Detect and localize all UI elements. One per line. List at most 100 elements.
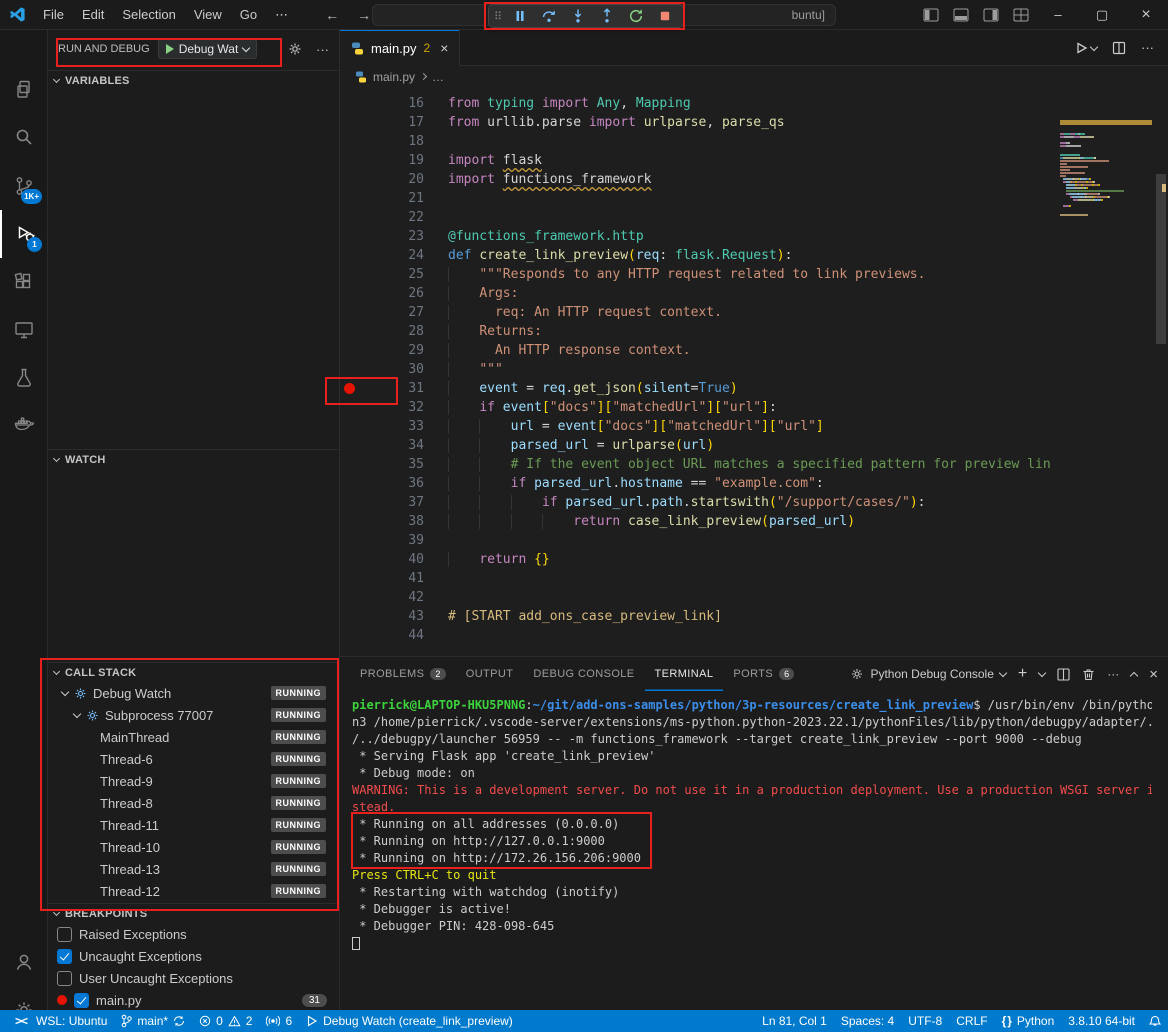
- line-number[interactable]: 35: [380, 455, 424, 474]
- callstack-row[interactable]: Thread-9RUNNING: [48, 770, 339, 792]
- code-line[interactable]: parsed_url = urlparse(url): [448, 436, 1050, 455]
- toggle-panel-icon[interactable]: [946, 0, 976, 29]
- problems-indicator[interactable]: 0 2: [192, 1010, 259, 1032]
- menu-view[interactable]: View: [185, 0, 231, 30]
- line-number[interactable]: 22: [380, 208, 424, 227]
- maximize-panel-icon[interactable]: [1130, 671, 1138, 679]
- split-terminal-icon[interactable]: [1057, 668, 1070, 681]
- callstack-section-header[interactable]: CALL STACK: [48, 662, 339, 682]
- terminal-output[interactable]: pierrick@LAPTOP-HKU5PNNG:~/git/add-ons-s…: [352, 697, 1152, 1004]
- terminal-launch-chevron-icon[interactable]: [1038, 669, 1046, 677]
- code-line[interactable]: import flask: [448, 151, 1050, 170]
- breakpoint-row[interactable]: Uncaught Exceptions: [48, 945, 339, 967]
- code-line[interactable]: Args:: [448, 284, 1050, 303]
- callstack-row[interactable]: Subprocess 77007RUNNING: [48, 704, 339, 726]
- eol-sequence[interactable]: CRLF: [949, 1010, 994, 1032]
- callstack-row[interactable]: Thread-13RUNNING: [48, 858, 339, 880]
- line-number[interactable]: 44: [380, 626, 424, 645]
- line-number[interactable]: 21: [380, 189, 424, 208]
- code-line[interactable]: import functions_framework: [448, 170, 1050, 189]
- extensions-icon[interactable]: [0, 258, 48, 306]
- code-line[interactable]: An HTTP response context.: [448, 341, 1050, 360]
- editor-scrollbar[interactable]: [1154, 88, 1168, 656]
- line-number[interactable]: 34: [380, 436, 424, 455]
- code-line[interactable]: return {}: [448, 550, 1050, 569]
- restart-button[interactable]: [623, 6, 649, 26]
- scrollbar-thumb[interactable]: [1156, 174, 1166, 344]
- panel-tab-terminal[interactable]: TERMINAL: [645, 657, 724, 691]
- branch-indicator[interactable]: main*: [114, 1010, 192, 1032]
- panel-more-actions-icon[interactable]: ···: [1107, 667, 1119, 681]
- encoding[interactable]: UTF-8: [901, 1010, 949, 1032]
- breadcrumb-file[interactable]: main.py: [373, 70, 415, 84]
- line-number[interactable]: 19: [380, 151, 424, 170]
- code-line[interactable]: from urllib.parse import urlparse, parse…: [448, 113, 1050, 132]
- code-line[interactable]: [448, 189, 1050, 208]
- tab-main-py[interactable]: main.py 2 ×: [340, 30, 460, 66]
- code-line[interactable]: [448, 626, 1050, 645]
- code-editor[interactable]: 1617181920212223242526272829303132333435…: [340, 88, 1168, 656]
- nav-forward-icon[interactable]: →: [357, 7, 371, 23]
- drag-handle-icon[interactable]: ⠿: [494, 10, 502, 23]
- pause-button[interactable]: [507, 6, 533, 26]
- line-number[interactable]: 23: [380, 227, 424, 246]
- line-number[interactable]: 16: [380, 94, 424, 113]
- callstack-row[interactable]: Thread-11RUNNING: [48, 814, 339, 836]
- code-line[interactable]: """Responds to any HTTP request related …: [448, 265, 1050, 284]
- line-number[interactable]: 36: [380, 474, 424, 493]
- code-line[interactable]: from typing import Any, Mapping: [448, 94, 1050, 113]
- notifications-bell[interactable]: [1142, 1010, 1168, 1032]
- line-number[interactable]: 24: [380, 246, 424, 265]
- code-line[interactable]: req: An HTTP request context.: [448, 303, 1050, 322]
- variables-section-header[interactable]: VARIABLES: [48, 70, 339, 90]
- line-number[interactable]: 18: [380, 132, 424, 151]
- code-line[interactable]: Returns:: [448, 322, 1050, 341]
- launch-settings-gear-icon[interactable]: [287, 41, 303, 57]
- menu-file[interactable]: File: [34, 0, 73, 30]
- panel-tab-problems[interactable]: PROBLEMS2: [350, 657, 456, 691]
- toggle-sidebar-left-icon[interactable]: [916, 0, 946, 29]
- close-panel-icon[interactable]: ×: [1149, 666, 1158, 683]
- breakpoint-checkbox[interactable]: [57, 949, 72, 964]
- python-interpreter[interactable]: 3.8.10 64-bit: [1061, 1010, 1142, 1032]
- maximize-button[interactable]: ▢: [1080, 0, 1124, 29]
- indentation[interactable]: Spaces: 4: [834, 1010, 901, 1032]
- callstack-row[interactable]: Thread-6RUNNING: [48, 748, 339, 770]
- menu-selection[interactable]: Selection: [113, 0, 184, 30]
- callstack-row[interactable]: MainThreadRUNNING: [48, 726, 339, 748]
- code-line[interactable]: # If the event object URL matches a spec…: [448, 455, 1050, 474]
- menu-edit[interactable]: Edit: [73, 0, 113, 30]
- step-out-button[interactable]: [594, 6, 620, 26]
- callstack-row[interactable]: Thread-8RUNNING: [48, 792, 339, 814]
- line-number[interactable]: 26: [380, 284, 424, 303]
- minimap[interactable]: [1060, 88, 1152, 656]
- step-into-button[interactable]: [565, 6, 591, 26]
- chevron-down-icon[interactable]: [61, 688, 69, 696]
- code-line[interactable]: [448, 132, 1050, 151]
- cursor-position[interactable]: Ln 81, Col 1: [755, 1010, 834, 1032]
- run-python-file-button[interactable]: [1074, 41, 1097, 55]
- step-over-button[interactable]: [536, 6, 562, 26]
- breakpoint-row[interactable]: User Uncaught Exceptions: [48, 967, 339, 989]
- minimize-button[interactable]: –: [1036, 0, 1080, 29]
- search-icon[interactable]: [0, 114, 48, 162]
- code-line[interactable]: return case_link_preview(parsed_url): [448, 512, 1050, 531]
- menu-[interactable]: ⋯: [266, 0, 297, 30]
- tab-close-icon[interactable]: ×: [440, 40, 448, 56]
- breadcrumb-more[interactable]: …: [432, 70, 444, 84]
- kill-terminal-trash-icon[interactable]: [1082, 668, 1095, 681]
- line-number[interactable]: 28: [380, 322, 424, 341]
- callstack-row[interactable]: Thread-10RUNNING: [48, 836, 339, 858]
- line-number[interactable]: 42: [380, 588, 424, 607]
- ports-indicator[interactable]: 6: [259, 1010, 299, 1032]
- line-number[interactable]: 33: [380, 417, 424, 436]
- breakpoint-row[interactable]: main.py31: [48, 989, 339, 1011]
- new-terminal-icon[interactable]: +: [1018, 665, 1027, 683]
- line-number[interactable]: 31: [380, 379, 424, 398]
- breakpoint-dot[interactable]: [344, 383, 355, 394]
- language-mode[interactable]: { } Python: [995, 1010, 1062, 1032]
- line-number[interactable]: 41: [380, 569, 424, 588]
- code-line[interactable]: @functions_framework.http: [448, 227, 1050, 246]
- panel-tab-output[interactable]: OUTPUT: [456, 657, 524, 691]
- line-number[interactable]: 27: [380, 303, 424, 322]
